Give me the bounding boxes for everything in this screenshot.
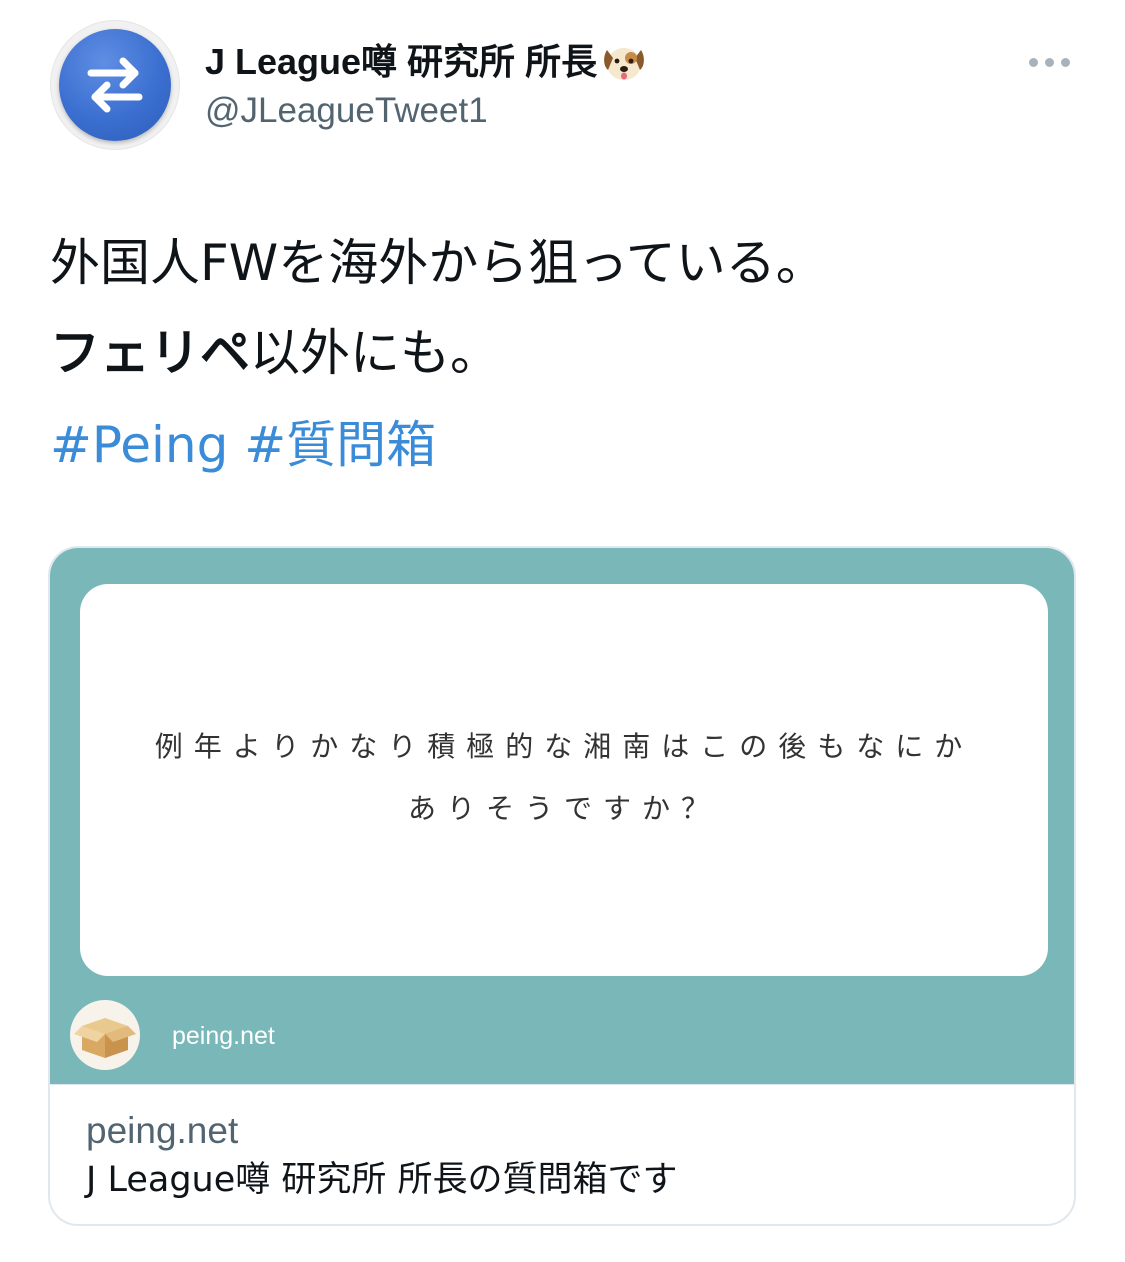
- tweet-text-bold: フェリペ: [50, 324, 250, 382]
- display-name-text: J League噂 研究所 所長: [205, 41, 598, 82]
- author-handle[interactable]: @JLeagueTweet1: [205, 90, 488, 132]
- question-line-2: ありそうですか？: [407, 792, 720, 825]
- card-image: 例年よりかなり積極的な湘南はこの後もなにか ありそうですか？ peing.net: [50, 548, 1074, 1084]
- question-line-1: 例年よりかなり積極的な湘南はこの後もなにか: [154, 730, 974, 763]
- question-box: 例年よりかなり積極的な湘南はこの後もなにか ありそうですか？: [80, 584, 1048, 976]
- question-text: 例年よりかなり積極的な湘南はこの後もなにか ありそうですか？: [80, 716, 1048, 840]
- dog-face-icon: [601, 40, 647, 84]
- arrows-swap-icon: [59, 29, 171, 141]
- ellipsis-icon[interactable]: [1025, 52, 1075, 72]
- tweet-text: 外国人FWを海外から狙っている。 フェリペ以外にも。: [50, 218, 826, 398]
- tweet-text-rest: 以外にも。: [250, 324, 500, 382]
- author-display-name[interactable]: J League噂 研究所 所長: [205, 40, 647, 84]
- card-domain: peing.net: [86, 1110, 239, 1151]
- tweet-text-line2: フェリペ以外にも。: [50, 308, 826, 398]
- tweet-text-line1: 外国人FWを海外から狙っている。: [50, 234, 826, 292]
- card-image-site-label: peing.net: [172, 1022, 275, 1050]
- cardboard-box-icon: [70, 1000, 140, 1070]
- hashtag-shitsumonbako[interactable]: #質問箱: [244, 416, 436, 474]
- link-card[interactable]: 例年よりかなり積極的な湘南はこの後もなにか ありそうですか？ peing.net…: [48, 546, 1076, 1226]
- tweet: J League噂 研究所 所長 @JLeagueTweet1 外国人FWを海外…: [0, 0, 1125, 1262]
- hashtags: #Peing #質問箱: [50, 410, 436, 480]
- author-avatar[interactable]: [50, 20, 180, 150]
- card-meta: peing.net J League噂 研究所 所長の質問箱です: [50, 1084, 1074, 1224]
- card-title: J League噂 研究所 所長の質問箱です: [86, 1160, 678, 1200]
- hashtag-peing[interactable]: #Peing: [50, 416, 228, 474]
